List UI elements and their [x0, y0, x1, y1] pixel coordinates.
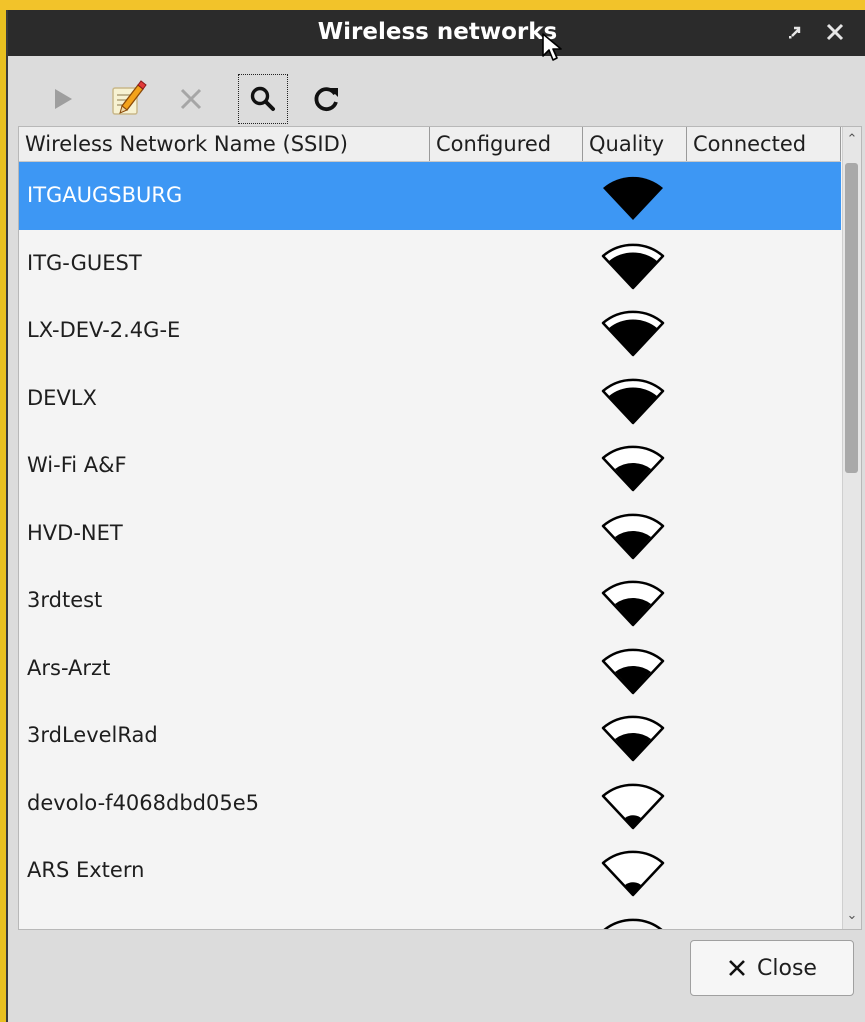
close-icon[interactable]: [824, 20, 846, 44]
search-button[interactable]: [238, 74, 288, 124]
maximize-icon[interactable]: [784, 20, 806, 44]
table-rows: ITGAUGSBURG ITG-GUEST LX-DEV-2.4G-E DEVL…: [19, 162, 841, 929]
table-row-partial[interactable]: [19, 904, 841, 929]
signal-strength-icon: [601, 715, 665, 762]
delete-button[interactable]: [166, 74, 216, 124]
toolbar: [18, 66, 858, 128]
table-row[interactable]: ITG-GUEST: [19, 229, 841, 297]
table-row[interactable]: ARS Extern: [19, 837, 841, 905]
mouse-cursor-icon: [542, 33, 562, 61]
vertical-scrollbar[interactable]: ⌃ ⌄: [842, 127, 861, 929]
table-row[interactable]: 3rdtest: [19, 567, 841, 635]
wireless-networks-window: Wireless networks Wireless Network Name …: [6, 10, 865, 1022]
signal-strength-icon: [601, 850, 665, 897]
table-row[interactable]: LX-DEV-2.4G-E: [19, 297, 841, 365]
close-button-label: Close: [757, 955, 817, 981]
play-icon: [55, 89, 72, 109]
ssid-label: HVD-NET: [27, 520, 123, 545]
table-row[interactable]: Ars-Arzt: [19, 634, 841, 702]
ssid-label: ARS Extern: [27, 858, 145, 882]
ssid-label: ITG-GUEST: [27, 250, 142, 275]
search-icon: [250, 86, 275, 111]
refresh-icon: [314, 87, 338, 112]
titlebar[interactable]: Wireless networks: [8, 10, 865, 56]
scroll-down-icon[interactable]: ⌄: [843, 907, 861, 925]
table-header: Wireless Network Name (SSID) Configured …: [19, 127, 841, 162]
ssid-label: LX-DEV-2.4G-E: [27, 318, 181, 342]
column-header-configured[interactable]: Configured: [430, 127, 583, 161]
dialog-body: Wireless Network Name (SSID) Configured …: [8, 56, 865, 1022]
ssid-label: Wi-Fi A&F: [27, 453, 127, 477]
window-title: Wireless networks: [317, 19, 558, 45]
refresh-button[interactable]: [302, 74, 352, 124]
edit-note-icon: [112, 80, 147, 115]
ssid-label: devolo-f4068dbd05e5: [27, 790, 260, 815]
signal-strength-icon: [601, 310, 665, 357]
scroll-up-icon[interactable]: ⌃: [843, 131, 861, 149]
table-row[interactable]: devolo-f4068dbd05e5: [19, 769, 841, 837]
signal-strength-icon: [601, 445, 665, 492]
signal-strength-icon: [603, 176, 663, 220]
signal-strength-icon: [601, 243, 665, 289]
column-header-quality[interactable]: Quality: [583, 127, 687, 161]
close-icon: [729, 960, 745, 976]
signal-strength-icon: [601, 580, 665, 627]
background-strip: [0, 0, 865, 10]
ssid-label: Ars-Arzt: [27, 655, 111, 680]
column-header-connected[interactable]: Connected: [687, 127, 841, 161]
signal-strength-icon: [601, 378, 665, 424]
signal-strength-icon: [602, 918, 664, 929]
ssid-label: 3rdLevelRad: [27, 723, 158, 747]
table-row[interactable]: HVD-NET: [19, 499, 841, 567]
signal-strength-icon: [601, 783, 665, 829]
network-list[interactable]: Wireless Network Name (SSID) Configured …: [18, 126, 862, 930]
close-button[interactable]: Close: [690, 940, 854, 996]
ssid-label: 3rdtest: [27, 588, 103, 612]
scroll-thumb[interactable]: [845, 163, 858, 473]
table-row[interactable]: Wi-Fi A&F: [19, 432, 841, 500]
ssid-label: ITGAUGSBURG: [27, 183, 183, 207]
ssid-label: DEVLX: [27, 385, 97, 410]
column-header-ssid[interactable]: Wireless Network Name (SSID): [19, 127, 430, 161]
connect-button[interactable]: [38, 74, 88, 124]
signal-strength-icon: [601, 513, 665, 559]
edit-button[interactable]: [102, 74, 152, 124]
delete-icon: [180, 88, 202, 110]
table-row[interactable]: 3rdLevelRad: [19, 702, 841, 770]
table-row[interactable]: ITGAUGSBURG: [19, 162, 841, 230]
signal-strength-icon: [601, 648, 665, 694]
table-row[interactable]: DEVLX: [19, 364, 841, 432]
